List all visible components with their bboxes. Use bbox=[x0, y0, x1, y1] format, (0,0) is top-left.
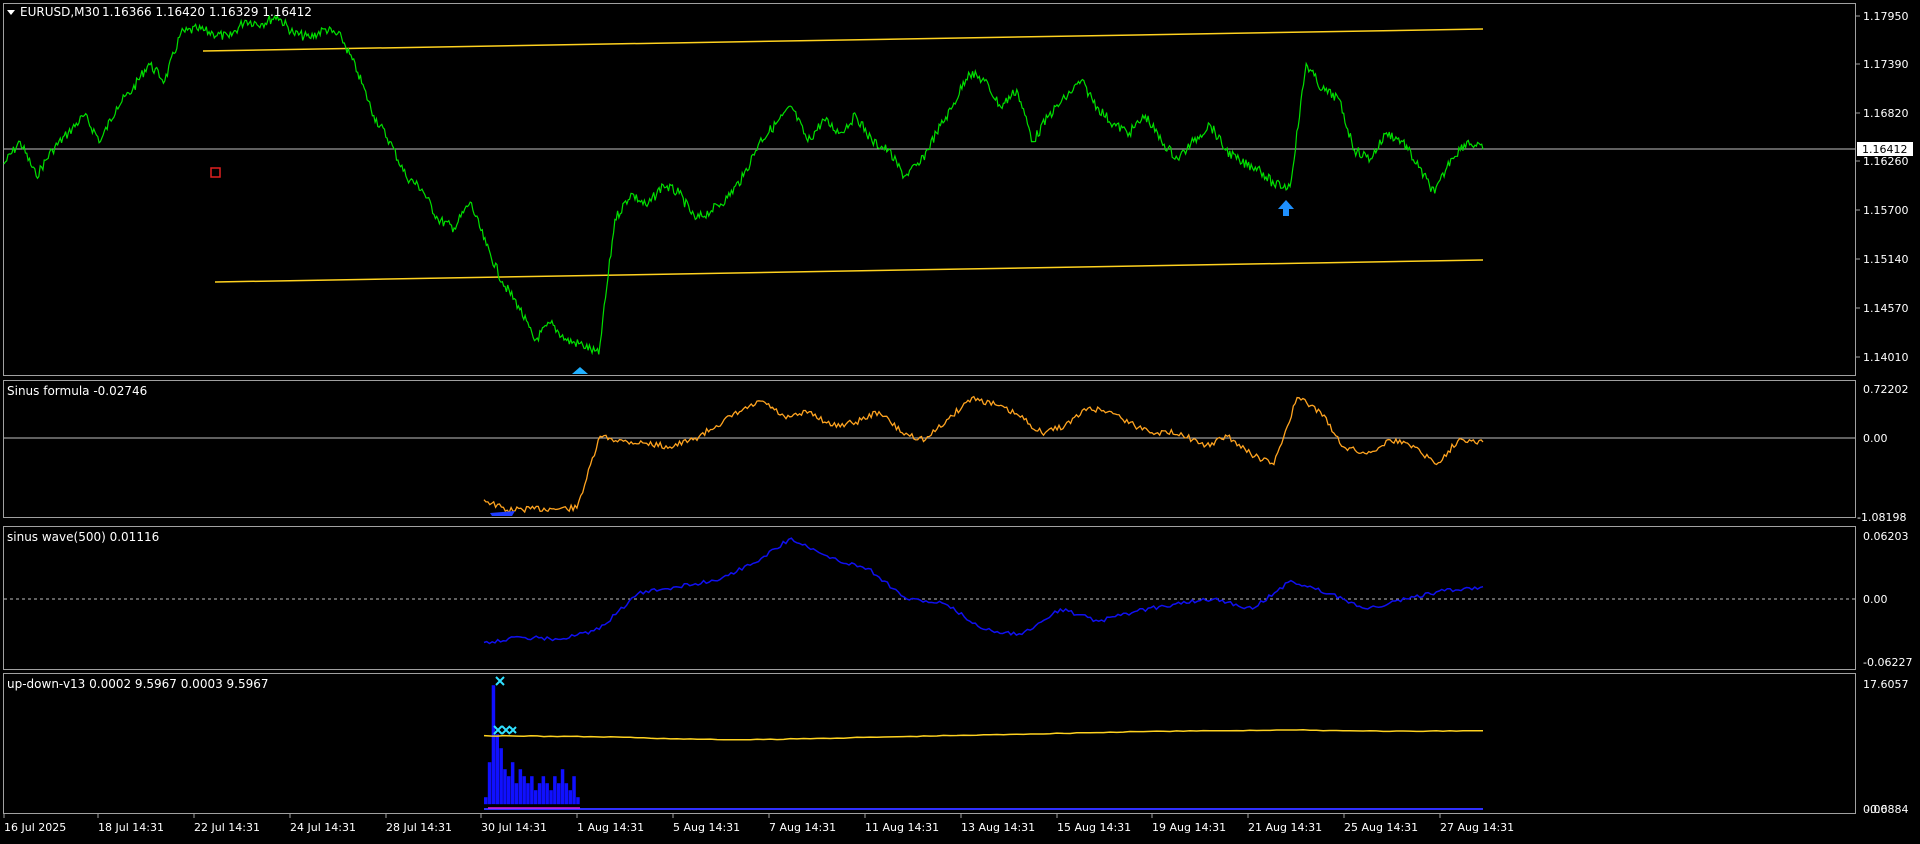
time-tick: 19 Aug 14:31 bbox=[1152, 821, 1226, 834]
sw-tick: 0.00 bbox=[1863, 593, 1888, 606]
time-tick: 25 Aug 14:31 bbox=[1344, 821, 1418, 834]
histogram-bar bbox=[514, 783, 519, 805]
histogram-bar bbox=[533, 790, 538, 805]
histogram-bar bbox=[495, 734, 499, 805]
current-price-label: 1.16412 bbox=[1862, 143, 1908, 156]
price-tick: 1.14570 bbox=[1863, 302, 1909, 315]
sinus-wave-label: sinus wave(500) 0.01116 bbox=[7, 530, 159, 544]
time-tick: 21 Aug 14:31 bbox=[1248, 821, 1322, 834]
time-tick: 24 Jul 14:31 bbox=[290, 821, 356, 834]
sf-tick: 0.00 bbox=[1863, 432, 1888, 445]
time-tick: 22 Jul 14:31 bbox=[194, 821, 260, 834]
sf-tick: 0.72202 bbox=[1863, 383, 1909, 396]
time-tick: 13 Aug 14:31 bbox=[961, 821, 1035, 834]
histogram-bar bbox=[507, 776, 511, 805]
time-tick: 15 Aug 14:31 bbox=[1057, 821, 1131, 834]
histogram-bar bbox=[510, 762, 515, 805]
price-tick: 1.15140 bbox=[1863, 253, 1909, 266]
price-tick: 1.17390 bbox=[1863, 58, 1909, 71]
time-tick: 7 Aug 14:31 bbox=[769, 821, 836, 834]
histogram-bar bbox=[484, 797, 488, 805]
price-tick: 1.16820 bbox=[1863, 107, 1909, 120]
chart-window[interactable]: EURUSD,M30 1.16366 1.16420 1.16329 1.164… bbox=[0, 0, 1920, 840]
up-down-label: up-down-v13 0.0002 9.5967 0.0003 9.5967 bbox=[7, 677, 269, 691]
histogram-bar bbox=[560, 769, 565, 805]
histogram-bar bbox=[518, 769, 523, 805]
histogram-bar bbox=[545, 783, 549, 805]
sw-tick: 0.06203 bbox=[1863, 530, 1909, 543]
histogram-bar bbox=[541, 776, 546, 805]
price-tick: 1.15700 bbox=[1863, 204, 1909, 217]
histogram-bar bbox=[491, 685, 496, 805]
sinus-formula-label: Sinus formula -0.02746 bbox=[7, 384, 147, 398]
time-tick: 1 Aug 14:31 bbox=[577, 821, 644, 834]
time-tick: 27 Aug 14:31 bbox=[1440, 821, 1514, 834]
sw-tick: -0.06227 bbox=[1863, 656, 1912, 669]
histogram-bar bbox=[553, 776, 557, 805]
main-title: EURUSD,M30 bbox=[20, 5, 100, 19]
ud-tick: 17.6057 bbox=[1863, 678, 1909, 691]
sf-tick: -1.08198 bbox=[1857, 511, 1906, 524]
histogram-bar bbox=[549, 790, 553, 805]
ud-tick: -0.6884 bbox=[1866, 803, 1908, 816]
histogram-bar bbox=[564, 783, 569, 805]
histogram-bar bbox=[576, 797, 580, 805]
histogram-bar bbox=[503, 769, 507, 805]
histogram-bar bbox=[572, 776, 576, 805]
price-tick: 1.17950 bbox=[1863, 10, 1909, 23]
time-tick: 5 Aug 14:31 bbox=[673, 821, 740, 834]
histogram-bar bbox=[530, 776, 534, 805]
price-tick: 1.14010 bbox=[1863, 351, 1909, 364]
histogram-bar bbox=[487, 762, 492, 805]
price-tick: 1.16260 bbox=[1863, 155, 1909, 168]
histogram-bar bbox=[568, 790, 572, 805]
histogram-bar bbox=[557, 783, 561, 805]
histogram-bar bbox=[526, 783, 530, 805]
time-tick: 30 Jul 14:31 bbox=[481, 821, 547, 834]
histogram-bar bbox=[522, 776, 526, 805]
time-tick: 11 Aug 14:31 bbox=[865, 821, 939, 834]
histogram-bar bbox=[537, 783, 542, 805]
histogram-bar bbox=[499, 748, 503, 805]
time-tick: 18 Jul 14:31 bbox=[98, 821, 164, 834]
time-tick: 28 Jul 14:31 bbox=[386, 821, 452, 834]
main-ohlc: 1.16366 1.16420 1.16329 1.16412 bbox=[102, 5, 312, 19]
time-tick: 16 Jul 2025 bbox=[4, 821, 66, 834]
